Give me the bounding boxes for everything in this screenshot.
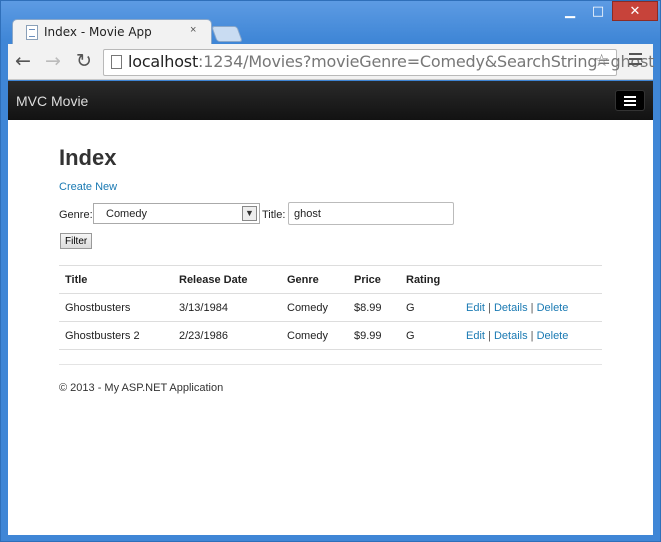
reload-icon[interactable]: ↻	[76, 50, 92, 72]
col-genre: Genre	[281, 265, 348, 294]
hamburger-menu-icon[interactable]	[615, 90, 645, 111]
cell-genre: Comedy	[281, 321, 348, 350]
table-row: Ghostbusters 2 2/23/1986 Comedy $9.99 G …	[59, 321, 602, 350]
page-icon	[111, 55, 122, 69]
cell-price: $9.99	[348, 321, 400, 350]
col-actions	[460, 265, 602, 294]
chevron-down-icon[interactable]: ▼	[242, 206, 257, 221]
footer-divider	[59, 364, 602, 365]
movies-table: Title Release Date Genre Price Rating Gh…	[59, 265, 602, 350]
page-footer: © 2013 - My ASP.NET Application	[59, 382, 224, 394]
separator: |	[530, 329, 534, 342]
col-title: Title	[59, 265, 173, 294]
table-header-row: Title Release Date Genre Price Rating	[59, 265, 602, 294]
edit-link[interactable]: Edit	[466, 330, 485, 342]
cell-rating: G	[400, 321, 460, 350]
delete-link[interactable]: Delete	[537, 330, 569, 342]
browser-menu-icon[interactable]	[629, 53, 642, 68]
filter-button[interactable]: Filter	[60, 233, 93, 249]
cell-date: 2/23/1986	[173, 321, 281, 350]
col-rating: Rating	[400, 265, 460, 294]
cell-price: $8.99	[348, 293, 400, 322]
table-row: Ghostbusters 3/13/1984 Comedy $8.99 G Ed…	[59, 293, 602, 322]
col-price: Price	[348, 265, 400, 294]
close-window-button[interactable]: ✕	[612, 1, 658, 21]
page-favicon-icon	[26, 25, 38, 40]
navbar-brand[interactable]: MVC Movie	[16, 93, 88, 109]
cell-rating: G	[400, 293, 460, 322]
delete-link[interactable]: Delete	[537, 302, 569, 314]
separator: |	[488, 301, 491, 314]
edit-link[interactable]: Edit	[466, 302, 485, 314]
title-search-input[interactable]	[288, 202, 454, 225]
url-text[interactable]: localhost:1234/Movies?movieGenre=Comedy&…	[128, 52, 654, 71]
cell-actions: Edit | Details | Delete	[460, 293, 602, 322]
new-tab-button[interactable]	[211, 26, 243, 42]
genre-select[interactable]: Comedy ▼	[93, 203, 260, 224]
minimize-button[interactable]: ▁	[556, 1, 584, 21]
page-title: Index	[59, 145, 117, 170]
separator: |	[530, 301, 534, 314]
cell-title: Ghostbusters 2	[59, 321, 173, 350]
create-new-link[interactable]: Create New	[59, 181, 117, 193]
cell-actions: Edit | Details | Delete	[460, 321, 602, 350]
separator: |	[488, 329, 491, 342]
page-viewport: MVC Movie Index Create New Genre: Comedy…	[8, 81, 653, 535]
cell-title: Ghostbusters	[59, 293, 173, 322]
maximize-button[interactable]: □	[584, 1, 612, 21]
col-release-date: Release Date	[173, 265, 281, 294]
tab-title: Index - Movie App	[44, 25, 152, 39]
genre-selected-value: Comedy	[106, 208, 147, 220]
cell-date: 3/13/1984	[173, 293, 281, 322]
genre-label: Genre:	[59, 209, 93, 221]
url-host: localhost	[128, 52, 199, 71]
url-path: :1234/Movies?movieGenre=Comedy&SearchStr…	[198, 52, 655, 71]
forward-arrow-icon[interactable]: →	[45, 50, 61, 72]
details-link[interactable]: Details	[494, 330, 528, 342]
site-navbar: MVC Movie	[8, 81, 653, 120]
back-arrow-icon[interactable]: ←	[15, 50, 31, 72]
title-label: Title:	[262, 209, 286, 221]
details-link[interactable]: Details	[494, 302, 528, 314]
tab-close-icon[interactable]: ×	[190, 24, 196, 36]
cell-genre: Comedy	[281, 293, 348, 322]
bookmark-star-icon[interactable]: ☆	[594, 51, 609, 71]
